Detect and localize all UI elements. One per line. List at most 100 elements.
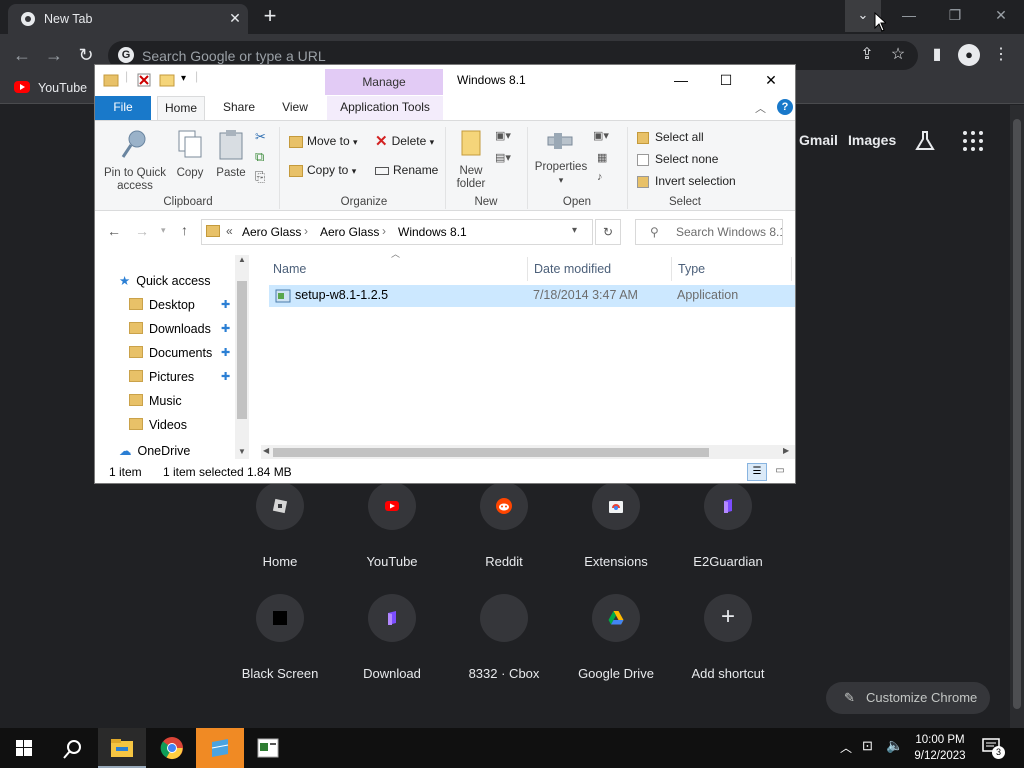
shortcut-extensions[interactable]: Extensions bbox=[560, 482, 672, 582]
select-all-button[interactable]: Select all bbox=[637, 127, 704, 147]
new-folder-button[interactable]: New folder bbox=[451, 127, 491, 191]
network-icon[interactable]: ⊡ bbox=[862, 738, 873, 754]
open-icon[interactable]: ▣▾ bbox=[593, 129, 609, 142]
nav-quick-access[interactable]: ★ Quick access bbox=[119, 271, 211, 291]
ribbon-tab-application-tools[interactable]: Application Tools bbox=[327, 96, 443, 120]
start-button[interactable] bbox=[0, 728, 48, 768]
profile-avatar-icon[interactable]: ● bbox=[958, 44, 980, 66]
rename-button[interactable]: Rename bbox=[375, 160, 438, 180]
taskbar-chrome[interactable] bbox=[148, 728, 196, 768]
shortcut-google-drive[interactable]: Google Drive bbox=[560, 594, 672, 694]
ribbon-tab-view[interactable]: View bbox=[271, 96, 319, 120]
ribbon-tab-file[interactable]: File bbox=[95, 96, 151, 120]
nav-pane-scrollbar[interactable]: ▲ ▼ bbox=[235, 255, 249, 459]
forward-icon[interactable]: → bbox=[42, 44, 66, 68]
shortcut-download[interactable]: Download bbox=[336, 594, 448, 694]
delete-button[interactable]: ✕ Delete ▾ bbox=[375, 131, 434, 151]
ribbon-tab-share[interactable]: Share bbox=[215, 96, 263, 120]
copy-button[interactable]: Copy bbox=[173, 127, 207, 180]
invert-selection-button[interactable]: Invert selection bbox=[637, 171, 736, 191]
nav-documents[interactable]: Documents bbox=[129, 343, 212, 363]
manage-contextual-tab[interactable]: Manage bbox=[325, 69, 443, 95]
nav-scrollbar-thumb[interactable] bbox=[237, 281, 247, 419]
add-shortcut-button[interactable]: + Add shortcut bbox=[672, 594, 784, 694]
bookmark-star-icon[interactable]: ☆ bbox=[887, 44, 909, 66]
scrollbar-thumb[interactable] bbox=[1013, 119, 1021, 709]
easy-access-icon[interactable]: ▤▾ bbox=[495, 151, 511, 164]
large-icons-view-icon[interactable]: ▭ bbox=[771, 463, 789, 481]
minimize-icon[interactable]: — bbox=[886, 0, 932, 30]
customize-chrome-button[interactable]: ✎ Customize Chrome bbox=[826, 682, 990, 714]
taskbar-clock[interactable]: 10:00 PM 9/12/2023 bbox=[912, 732, 968, 764]
column-name[interactable]: Name bbox=[273, 259, 306, 279]
nav-pictures[interactable]: Pictures bbox=[129, 367, 194, 387]
bookmark-youtube[interactable]: YouTube bbox=[14, 81, 87, 95]
shortcut-home[interactable]: Home bbox=[224, 482, 336, 582]
help-icon[interactable]: ? bbox=[777, 99, 793, 115]
breadcrumb-aero-glass-2[interactable]: Aero Glass bbox=[320, 225, 379, 239]
new-tab-button[interactable]: + bbox=[258, 5, 282, 29]
details-view-icon[interactable]: ☰ bbox=[747, 463, 767, 481]
close-window-icon[interactable]: ✕ bbox=[978, 0, 1024, 30]
shortcut-cbox[interactable]: 8332 · Cbox bbox=[448, 594, 560, 694]
notifications-button[interactable]: 3 bbox=[982, 736, 1005, 759]
cut-icon[interactable]: ✂ bbox=[255, 129, 271, 145]
close-tab-icon[interactable]: ✕ bbox=[226, 9, 244, 27]
properties-quick-icon[interactable] bbox=[137, 73, 151, 87]
up-icon[interactable]: ↑ bbox=[181, 222, 188, 238]
explorer-maximize-icon[interactable]: ☐ bbox=[704, 69, 748, 93]
new-item-icon[interactable]: ▣▾ bbox=[495, 129, 511, 142]
share-icon[interactable]: ⇪ bbox=[856, 44, 878, 66]
explorer-close-icon[interactable]: ✕ bbox=[749, 69, 793, 93]
show-hidden-icons-icon[interactable]: ︿ bbox=[840, 739, 852, 756]
back-icon[interactable]: ← bbox=[10, 44, 34, 68]
breadcrumb-aero-glass-1[interactable]: Aero Glass bbox=[242, 225, 301, 239]
taskbar-app-installer[interactable] bbox=[196, 728, 244, 768]
properties-button[interactable]: Properties ▾ bbox=[533, 127, 589, 187]
copy-path-icon[interactable]: ⧉ bbox=[255, 149, 271, 165]
forward-icon[interactable]: → bbox=[135, 223, 149, 239]
refresh-icon[interactable]: ↻ bbox=[595, 219, 621, 245]
page-scrollbar[interactable] bbox=[1010, 105, 1024, 728]
nav-desktop[interactable]: Desktop bbox=[129, 295, 195, 315]
back-icon[interactable]: ← bbox=[107, 223, 121, 239]
side-panel-icon[interactable]: ▮ bbox=[926, 44, 948, 66]
quick-access-toolbar-dropdown-icon[interactable]: ▾ bbox=[181, 73, 186, 84]
google-apps-icon[interactable] bbox=[963, 131, 983, 151]
nav-videos[interactable]: Videos bbox=[129, 415, 187, 435]
shortcut-black-screen[interactable]: Black Screen bbox=[224, 594, 336, 694]
menu-kebab-icon[interactable]: ⋮ bbox=[990, 44, 1012, 66]
paste-button[interactable]: Paste bbox=[213, 127, 249, 180]
images-link[interactable]: Images bbox=[848, 132, 896, 148]
history-icon[interactable]: ♪ bbox=[597, 171, 603, 183]
restore-icon[interactable]: ❐ bbox=[932, 0, 978, 30]
explorer-minimize-icon[interactable]: — bbox=[659, 69, 703, 93]
tab-new-tab[interactable]: New Tab ✕ bbox=[8, 4, 248, 34]
search-box[interactable]: ⚲ Search Windows 8.1 bbox=[635, 219, 783, 245]
breadcrumb-overflow[interactable]: « bbox=[226, 224, 233, 238]
select-none-button[interactable]: Select none bbox=[637, 149, 718, 169]
gmail-link[interactable]: Gmail bbox=[799, 132, 838, 148]
nav-onedrive[interactable]: ☁ OneDrive bbox=[119, 441, 190, 457]
file-list-horizontal-scrollbar[interactable]: ◀ ▶ bbox=[261, 445, 795, 459]
shortcut-reddit[interactable]: Reddit bbox=[448, 482, 560, 582]
taskbar-file-explorer[interactable] bbox=[98, 728, 146, 768]
nav-downloads[interactable]: Downloads bbox=[129, 319, 211, 339]
recent-locations-icon[interactable]: ▾ bbox=[161, 225, 166, 236]
search-button[interactable] bbox=[48, 728, 96, 768]
column-date-modified[interactable]: Date modified bbox=[534, 259, 611, 279]
ribbon-tab-home[interactable]: Home bbox=[157, 96, 205, 120]
address-dropdown-icon[interactable]: ▾ bbox=[572, 225, 577, 236]
column-type[interactable]: Type bbox=[678, 259, 705, 279]
labs-flask-icon[interactable] bbox=[914, 130, 936, 152]
breadcrumb-windows-8-1[interactable]: Windows 8.1 bbox=[398, 225, 467, 239]
edit-icon[interactable]: ▦ bbox=[597, 151, 607, 164]
paste-shortcut-icon[interactable]: ⎘ bbox=[255, 169, 271, 185]
move-to-button[interactable]: Move to ▾ bbox=[289, 131, 358, 151]
shortcut-youtube[interactable]: YouTube bbox=[336, 482, 448, 582]
taskbar-window-app[interactable] bbox=[244, 728, 292, 768]
hscroll-thumb[interactable] bbox=[273, 448, 709, 457]
new-folder-quick-icon[interactable] bbox=[159, 73, 175, 87]
shortcut-e2guardian[interactable]: E2Guardian bbox=[672, 482, 784, 582]
copy-to-button[interactable]: Copy to ▾ bbox=[289, 160, 356, 180]
